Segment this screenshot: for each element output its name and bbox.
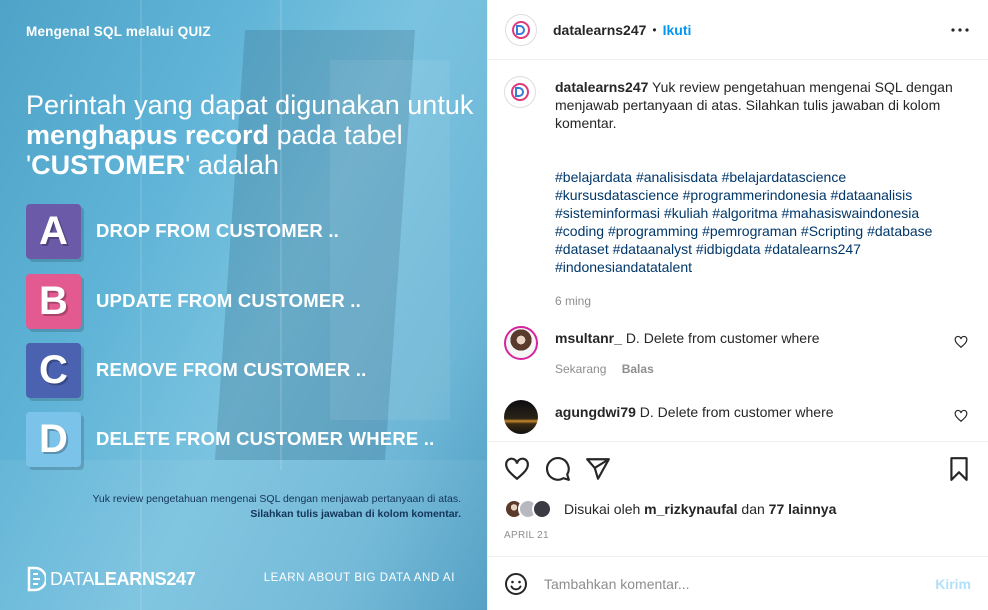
hashtag-link[interactable]: #analisisdata — [636, 169, 718, 185]
option-text: DROP FROM CUSTOMER .. — [96, 220, 340, 241]
option-letter-badge: A — [26, 203, 81, 259]
more-horizontal-icon[interactable] — [948, 18, 972, 42]
post-image[interactable]: Mengenal SQL melalui QUIZ Perintah yang … — [0, 0, 487, 610]
separator-dot: • — [652, 22, 657, 37]
option-text: UPDATE FROM CUSTOMER .. — [96, 290, 361, 311]
quiz-option-b: B UPDATE FROM CUSTOMER .. — [26, 273, 361, 329]
avatar[interactable] — [505, 13, 537, 46]
hashtag-link[interactable]: #mahasiswaindonesia — [781, 205, 919, 221]
hashtag-link[interactable]: #dataanalisis — [831, 187, 913, 203]
hashtag-link[interactable]: #sisteminformasi — [555, 205, 660, 221]
hashtag-link[interactable]: #dataset — [555, 241, 609, 257]
post-date[interactable]: APRIL 21 — [504, 530, 549, 541]
hashtag-link[interactable]: #algoritma — [712, 205, 777, 221]
datalearns-logo-icon — [512, 20, 530, 39]
hashtag-link[interactable]: #datalearns247 — [764, 241, 861, 257]
hashtag-link[interactable]: #idbigdata — [696, 241, 761, 257]
post-side-panel: datalearns247 • Ikuti datalearns247 Yuk … — [487, 0, 988, 610]
option-letter-badge: B — [26, 273, 81, 329]
brand-logo: DATALEARNS247 — [26, 566, 196, 592]
option-text: REMOVE FROM CUSTOMER .. — [96, 359, 367, 380]
quiz-label: Mengenal SQL melalui QUIZ — [26, 24, 211, 39]
hashtag-link[interactable]: #coding — [555, 223, 604, 239]
post-actions-bar — [488, 441, 988, 495]
liker-username[interactable]: m_rizkynaufal — [644, 501, 737, 517]
follow-button[interactable]: Ikuti — [663, 22, 692, 38]
comment-input[interactable] — [544, 575, 924, 592]
hashtag-list: #belajardata #analisisdata #belajardatas… — [555, 168, 965, 276]
share-icon[interactable] — [585, 456, 611, 482]
comment-icon[interactable] — [545, 456, 571, 482]
comment-timestamp[interactable]: Sekarang — [555, 362, 606, 376]
reply-button[interactable]: Balas — [622, 362, 654, 376]
hashtag-link[interactable]: #programming — [608, 223, 698, 239]
hashtag-link[interactable]: #belajardata — [555, 169, 632, 185]
heart-icon[interactable] — [504, 456, 530, 482]
hashtag-link[interactable]: #pemrograman — [702, 223, 797, 239]
quiz-option-d: D DELETE FROM CUSTOMER WHERE .. — [26, 411, 434, 467]
hashtag-link[interactable]: #Scripting — [801, 223, 863, 239]
post-header: datalearns247 • Ikuti — [488, 0, 988, 60]
caption-timestamp[interactable]: 6 ming — [555, 292, 965, 310]
hashtag-link[interactable]: #database — [867, 223, 932, 239]
comment-text: D. Delete from customer where — [639, 404, 834, 420]
likes-summary: Disukai oleh m_rizkynaufal dan 77 lainny… — [504, 496, 836, 522]
quiz-question: Perintah yang dapat digunakan untuk meng… — [26, 90, 474, 180]
hashtag-link[interactable]: #kuliah — [664, 205, 708, 221]
hashtag-link[interactable]: #kursusdatascience — [555, 187, 679, 203]
quiz-option-c: C REMOVE FROM CUSTOMER .. — [26, 342, 366, 398]
comment-text: D. Delete from customer where — [625, 330, 820, 346]
hashtag-link[interactable]: #dataanalyst — [613, 241, 692, 257]
caption-username[interactable]: datalearns247 — [555, 79, 648, 95]
brand-tagline: LEARN ABOUT BIG DATA AND AI — [263, 572, 455, 584]
avatar[interactable] — [504, 76, 536, 108]
comment-username[interactable]: agungdwi79 — [555, 404, 636, 420]
brand-mark-icon — [27, 566, 46, 592]
datalearns-logo-icon — [511, 83, 529, 101]
option-text: DELETE FROM CUSTOMER WHERE .. — [96, 428, 435, 449]
post-footnote: Yuk review pengetahuan mengenai SQL deng… — [92, 493, 461, 520]
heart-icon[interactable] — [954, 335, 968, 349]
emoji-icon[interactable] — [504, 572, 528, 596]
hashtag-link[interactable]: #indonesiandatatalent — [555, 259, 692, 275]
heart-icon[interactable] — [954, 409, 968, 423]
avatar[interactable] — [504, 326, 538, 360]
add-comment-bar: Kirim — [488, 556, 988, 610]
comment-username[interactable]: msultanr_ — [555, 330, 622, 346]
avatar[interactable] — [504, 400, 538, 434]
comments-section[interactable]: datalearns247 Yuk review pengetahuan men… — [488, 61, 988, 441]
post-comment-button[interactable]: Kirim — [935, 576, 971, 592]
option-letter-badge: D — [26, 411, 81, 467]
likes-count[interactable]: 77 lainnya — [769, 501, 837, 517]
option-letter-badge: C — [26, 342, 81, 398]
hashtag-link[interactable]: #programmerindonesia — [683, 187, 827, 203]
hashtag-link[interactable]: #belajardatascience — [722, 169, 847, 185]
header-username[interactable]: datalearns247 — [553, 22, 646, 38]
bookmark-icon[interactable] — [946, 456, 972, 482]
liker-avatar — [532, 499, 552, 519]
quiz-option-a: A DROP FROM CUSTOMER .. — [26, 203, 339, 259]
